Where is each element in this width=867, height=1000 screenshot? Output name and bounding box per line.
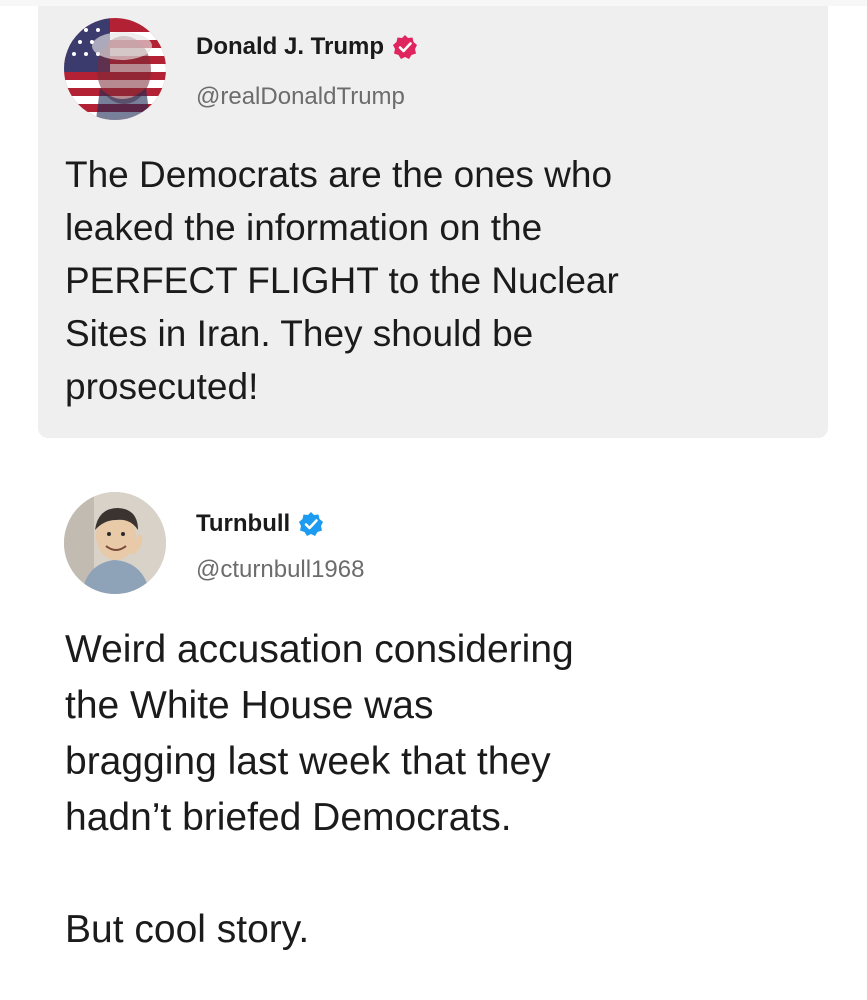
post-text-line: the White House was	[65, 684, 434, 727]
verified-badge-icon	[298, 511, 324, 537]
avatar[interactable]	[64, 492, 166, 594]
post-text-line: prosecuted!	[65, 366, 259, 407]
display-name[interactable]: Donald J. Trump	[196, 33, 384, 61]
post-text-line: hadn’t briefed Democrats.	[65, 796, 512, 839]
paragraph-break	[65, 846, 825, 902]
post-text-line: bragging last week that they	[65, 740, 551, 783]
post-text-line: Sites in Iran. They should be	[65, 313, 534, 354]
post-text-line: PERFECT FLIGHT to the Nuclear	[65, 260, 619, 301]
post-text-line: The Democrats are the ones who	[65, 154, 613, 195]
post-text-line: But cool story.	[65, 908, 310, 951]
user-handle[interactable]: @cturnbull1968	[196, 556, 364, 584]
author-row: Donald J. Trump	[196, 33, 418, 61]
post-card[interactable]: Donald J. Trump @realDonaldTrump The Dem…	[38, 6, 828, 438]
avatar[interactable]	[64, 18, 166, 120]
post-card[interactable]: Turnbull @cturnbull1968 Weird accusation…	[38, 478, 828, 1000]
post-text-line: Weird accusation considering	[65, 628, 574, 671]
author-row: Turnbull	[196, 510, 324, 538]
post-text: Weird accusation considering the White H…	[65, 622, 825, 958]
post-text-line: leaked the information on the	[65, 207, 543, 248]
post-text: The Democrats are the ones who leaked th…	[65, 148, 825, 413]
user-handle[interactable]: @realDonaldTrump	[196, 83, 405, 111]
verified-badge-icon	[392, 34, 418, 60]
display-name[interactable]: Turnbull	[196, 510, 290, 538]
